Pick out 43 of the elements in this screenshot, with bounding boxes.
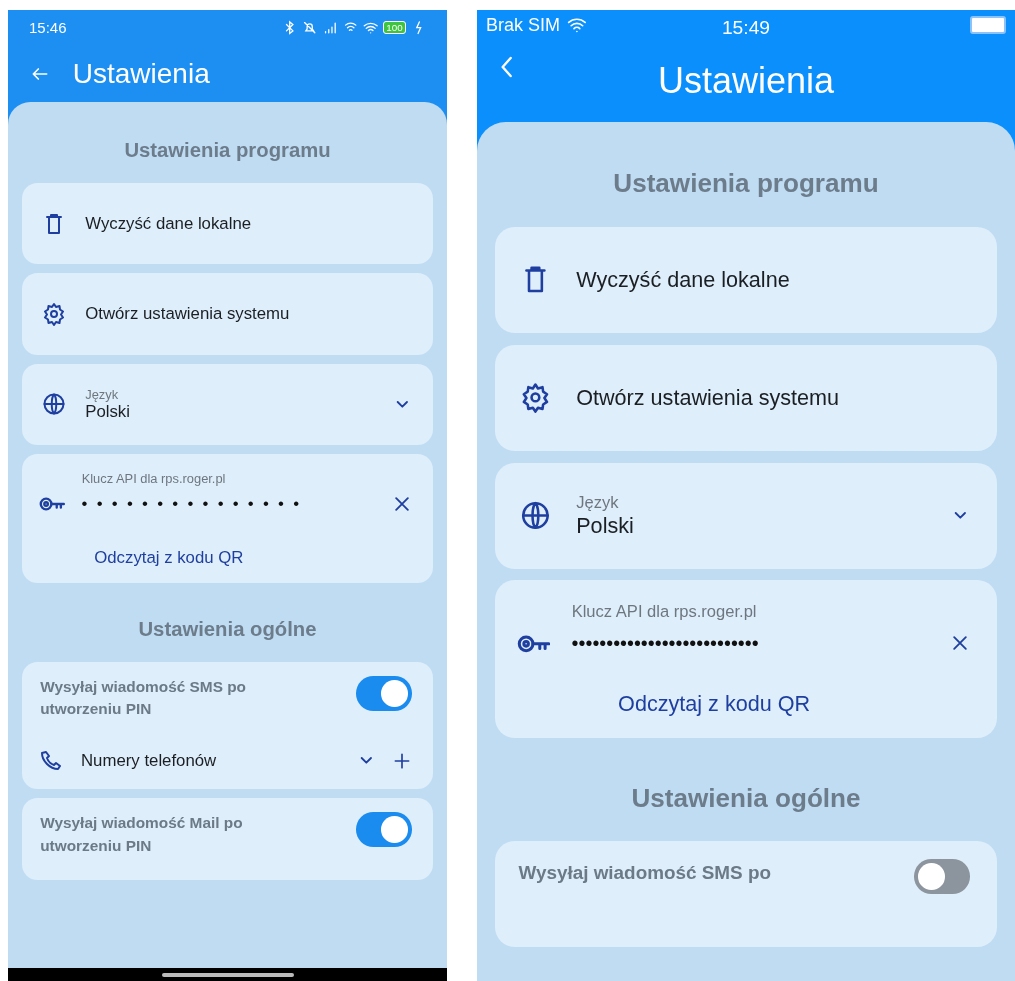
field-label: Język xyxy=(576,492,620,513)
language-dropdown[interactable]: Język Polski xyxy=(495,462,997,569)
toggle-label: Wysyłaj wiadomość SMS po xyxy=(518,861,772,886)
globe-icon xyxy=(41,392,66,417)
toggle-label: Wysyłaj wiadomość SMS po utworzeniu PIN xyxy=(40,676,248,720)
gear-icon xyxy=(41,301,66,326)
toggle-switch[interactable] xyxy=(914,859,970,894)
status-time: 15:46 xyxy=(29,19,67,36)
field-value: Polski xyxy=(85,401,131,422)
muted-bell-icon xyxy=(302,19,318,36)
screen-title: Ustawienia xyxy=(72,57,210,90)
phone-numbers-label: Numery telefonów xyxy=(81,750,218,771)
carrier-label: Brak SIM xyxy=(486,14,560,36)
settings-action[interactable]: Wyczyść dane lokalne xyxy=(495,226,997,333)
field-label: Klucz API dla rps.roger.pl xyxy=(571,602,757,622)
api-key-field[interactable]: ••••••••••••••• xyxy=(81,485,376,523)
api-key-field[interactable]: ••••••••••••••••••••••••••• xyxy=(571,622,929,665)
action-label: Otwórz ustawienia systemu xyxy=(576,384,840,411)
settings-action[interactable]: Otwórz ustawienia systemu xyxy=(22,273,433,355)
toggle-switch[interactable] xyxy=(356,812,412,848)
globe-icon xyxy=(520,500,552,532)
field-label: Język xyxy=(85,386,120,402)
battery-level: 100 xyxy=(383,20,406,35)
scan-qr-link[interactable]: Odczytaj z kodu QR xyxy=(618,690,970,717)
language-dropdown[interactable]: Język Polski xyxy=(22,363,433,445)
section-title: Ustawienia programu xyxy=(123,138,332,162)
action-label: Wyczyść dane lokalne xyxy=(85,213,252,234)
toggle-switch[interactable] xyxy=(356,675,412,711)
action-label: Otwórz ustawienia systemu xyxy=(85,303,290,324)
status-time: 15:49 xyxy=(721,16,771,39)
battery-icon xyxy=(969,16,1006,35)
settings-action[interactable]: Wyczyść dane lokalne xyxy=(22,183,433,265)
section-title: Ustawienia ogólne xyxy=(630,782,862,814)
toggle-label: Wysyłaj wiadomość Mail po utworzeniu PIN xyxy=(40,813,244,856)
field-value: Polski xyxy=(576,512,635,539)
settings-action[interactable]: Otwórz ustawienia systemu xyxy=(495,344,997,451)
section-title: Ustawienia programu xyxy=(612,168,880,200)
section-title: Ustawienia ogólne xyxy=(137,617,318,641)
screen-title: Ustawienia xyxy=(657,60,835,103)
field-label: Klucz API dla rps.roger.pl xyxy=(81,470,226,486)
scan-qr-link[interactable]: Odczytaj z kodu QR xyxy=(94,547,412,568)
home-indicator[interactable] xyxy=(161,972,294,977)
action-label: Wyczyść dane lokalne xyxy=(576,266,790,293)
